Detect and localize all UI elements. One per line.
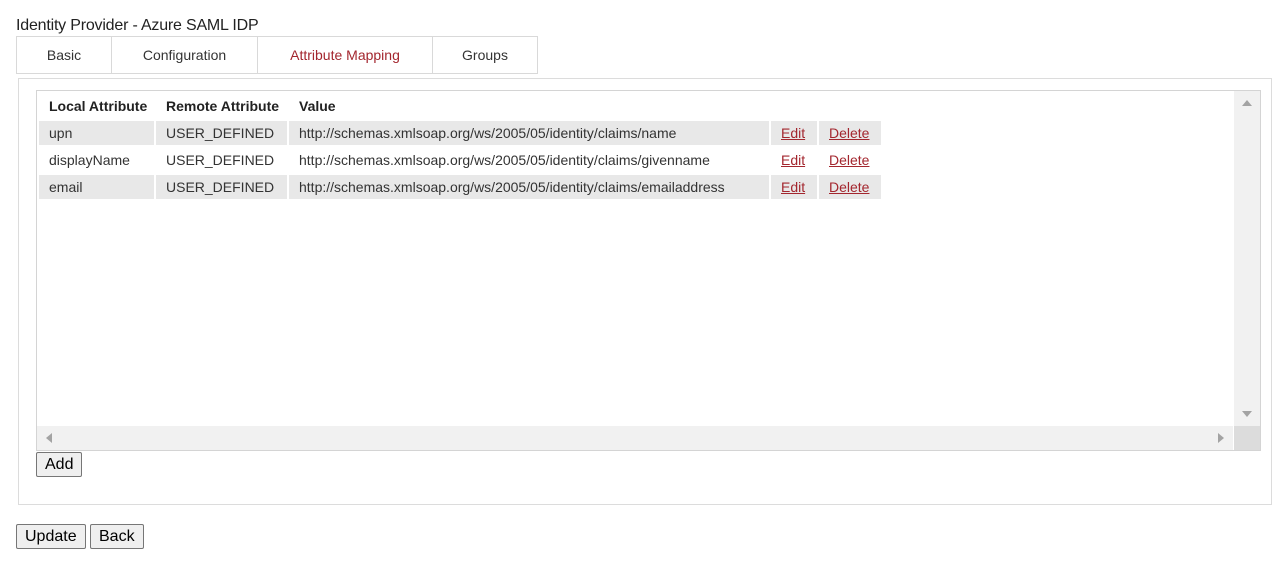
value-cell: http://schemas.xmlsoap.org/ws/2005/05/id… [289,175,769,199]
local-attribute-cell: upn [39,121,154,145]
back-button[interactable]: Back [90,524,144,549]
scroll-down-icon[interactable] [1242,411,1252,417]
remote-attribute-cell: USER_DEFINED [156,121,287,145]
scrollbar-corner [1234,426,1260,450]
edit-link[interactable]: Edit [781,179,805,195]
scroll-right-icon[interactable] [1218,433,1224,443]
delete-cell: Delete [819,175,881,199]
vertical-scrollbar[interactable] [1234,91,1260,426]
edit-cell: Edit [771,121,817,145]
add-button[interactable]: Add [36,452,83,477]
horizontal-scrollbar[interactable] [37,426,1233,450]
delete-cell: Delete [819,148,881,172]
scroll-left-icon[interactable] [46,433,52,443]
tab-groups[interactable]: Groups [432,36,538,74]
tab-configuration[interactable]: Configuration [111,36,257,74]
scroll-up-icon[interactable] [1242,100,1252,106]
edit-link[interactable]: Edit [781,125,805,141]
remote-attribute-cell: USER_DEFINED [156,175,287,199]
column-header-value: Value [299,98,336,114]
value-cell: http://schemas.xmlsoap.org/ws/2005/05/id… [289,121,769,145]
attribute-mapping-grid: Local Attribute Remote Attribute Value u… [36,90,1261,451]
tab-attribute-mapping[interactable]: Attribute Mapping [257,36,432,74]
grid-viewport: Local Attribute Remote Attribute Value u… [37,91,1233,426]
local-attribute-cell: displayName [49,152,130,168]
delete-link[interactable]: Delete [829,179,869,195]
remote-attribute-cell: USER_DEFINED [166,152,275,168]
local-attribute-cell: email [39,175,154,199]
column-header-local-attribute: Local Attribute [49,98,148,114]
update-button[interactable]: Update [16,524,86,549]
tab-basic[interactable]: Basic [16,36,111,74]
value-cell: http://schemas.xmlsoap.org/ws/2005/05/id… [299,152,710,168]
delete-cell: Delete [819,121,881,145]
edit-cell: Edit [771,148,817,172]
page-title: Identity Provider - Azure SAML IDP [16,17,259,34]
delete-link[interactable]: Delete [829,152,869,168]
edit-cell: Edit [771,175,817,199]
delete-link[interactable]: Delete [829,125,869,141]
tab-bar: Basic Configuration Attribute Mapping Gr… [16,36,538,74]
column-header-remote-attribute: Remote Attribute [166,98,280,114]
edit-link[interactable]: Edit [781,152,805,168]
